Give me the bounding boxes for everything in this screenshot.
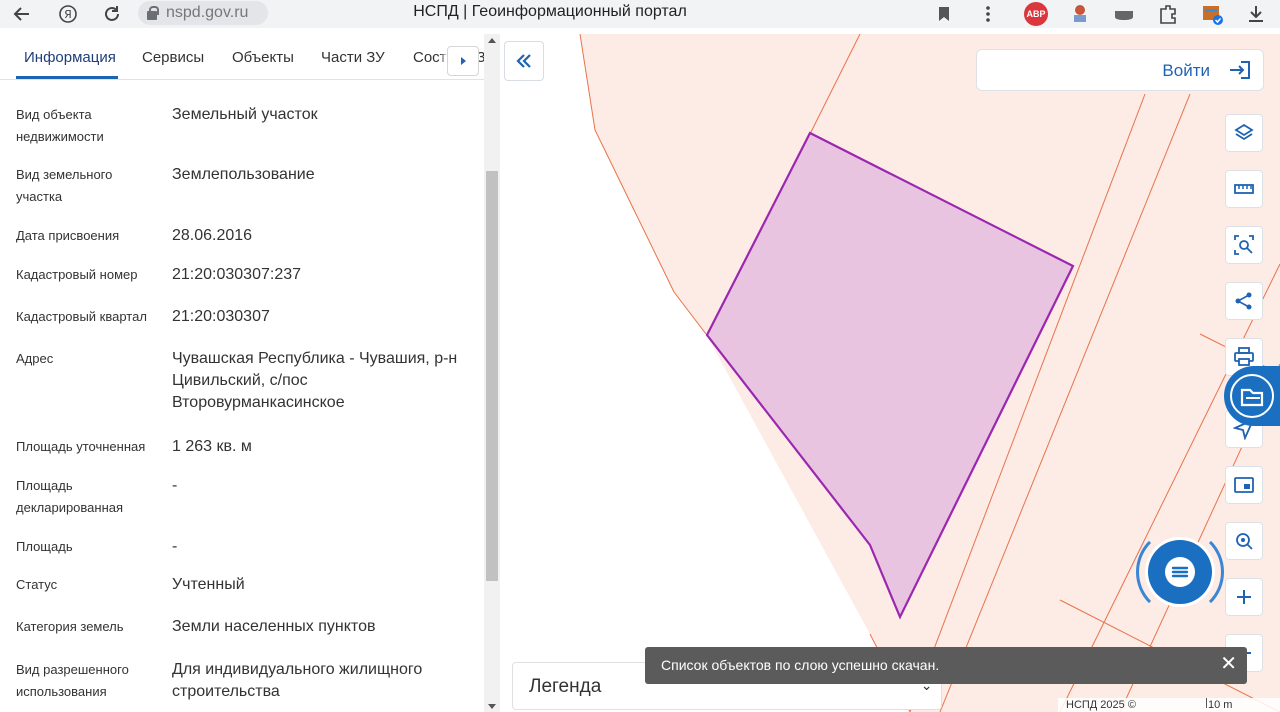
double-chevron-left-icon <box>516 54 531 68</box>
yandex-icon[interactable]: Я <box>56 2 80 26</box>
attribute-value: 21:20:030307:237 <box>172 266 302 283</box>
bookmark-icon[interactable] <box>932 2 956 26</box>
scale-label: 10 m <box>1208 699 1233 711</box>
attribute-label: Площадь уточненная <box>16 439 146 454</box>
reload-icon[interactable] <box>100 2 124 26</box>
login-icon <box>1230 61 1250 79</box>
geolocation-icon <box>1236 533 1253 550</box>
collapse-panel-button[interactable] <box>504 41 544 81</box>
attribute-label: Статус <box>16 577 58 592</box>
legend-label: Легенда <box>529 676 602 697</box>
layers-icon <box>1234 123 1254 141</box>
attribute-value: Земли населенных пунктов <box>172 618 376 635</box>
lock-icon <box>146 6 159 20</box>
map-folder-icon <box>1230 374 1274 418</box>
login-button[interactable]: Войти <box>976 49 1264 91</box>
map-attribution: НСПД 2025 © 10 m <box>1058 698 1280 712</box>
panel-tabs: Информация Сервисы Объекты Части ЗУ Сост… <box>0 34 484 80</box>
layers-button[interactable] <box>1225 114 1263 152</box>
attribute-label: Адрес <box>16 351 54 366</box>
attribute-value: 21:20:030307 <box>172 308 270 325</box>
adblock-icon[interactable]: ABP <box>1024 2 1048 26</box>
attribute-label: Категория земель <box>16 619 124 634</box>
toast-message: Список объектов по слою успешно скачан. <box>661 657 940 673</box>
url-text: nspd.gov.ru <box>166 4 249 21</box>
tab-information[interactable]: Информация <box>24 49 116 66</box>
attribute-value: 28.06.2016 <box>172 227 253 244</box>
tabs-scroll-right-button[interactable] <box>447 46 479 76</box>
select-area-button[interactable] <box>1225 226 1263 264</box>
extension-icon[interactable] <box>1068 2 1092 26</box>
attribute-label: Дата присвоения <box>16 228 120 243</box>
attribute-value: Учтенный <box>172 576 245 593</box>
zoom-in-button[interactable] <box>1225 578 1263 616</box>
print-icon <box>1234 347 1254 366</box>
tab-parcel-parts[interactable]: Части ЗУ <box>321 49 385 66</box>
tab-services[interactable]: Сервисы <box>142 49 204 66</box>
attribute-value: Землепользование <box>172 166 315 183</box>
chat-icon <box>1165 557 1195 587</box>
attribute-label: Кадастровый номер <box>16 267 138 282</box>
close-icon[interactable]: ✕ <box>1220 654 1237 674</box>
scale-bar <box>1206 698 1207 708</box>
attribute-value: - <box>172 538 178 555</box>
panel-scrollbar[interactable] <box>484 34 500 712</box>
attribution-text: НСПД 2025 © <box>1066 699 1136 711</box>
scroll-thumb[interactable] <box>486 171 498 581</box>
attribute-label: Вид разрешенного использования <box>16 662 129 699</box>
plus-icon <box>1237 590 1251 604</box>
notification-toast: Список объектов по слою успешно скачан. … <box>645 647 1247 684</box>
attribute-value: 1 263 кв. м <box>172 438 252 455</box>
tab-objects[interactable]: Объекты <box>232 49 294 66</box>
ruler-icon <box>1234 184 1254 194</box>
assistant-widget-button[interactable] <box>1224 366 1280 426</box>
attribute-label: Кадастровый квартал <box>16 309 147 324</box>
minimap-button[interactable] <box>1225 466 1263 504</box>
attribute-value: Чувашская Республика - Чувашия, р-н Циви… <box>172 350 458 411</box>
attribute-label: Вид объекта недвижимости <box>16 107 104 144</box>
share-button[interactable] <box>1225 282 1263 320</box>
browser-toolbar: Я nspd.gov.ru НСПД | Геоинформационный п… <box>0 0 1280 28</box>
active-tab-indicator <box>16 76 118 79</box>
extensions-puzzle-icon[interactable] <box>1156 2 1180 26</box>
share-icon <box>1235 292 1252 310</box>
measure-button[interactable] <box>1225 170 1263 208</box>
geolocation-button[interactable] <box>1225 522 1263 560</box>
login-label: Войти <box>1162 61 1210 80</box>
extension-icon[interactable] <box>1112 2 1136 26</box>
download-icon[interactable] <box>1244 2 1268 26</box>
attribute-label: Площадь декларированная <box>16 478 124 515</box>
svg-text:Я: Я <box>64 8 72 21</box>
attribute-value: - <box>172 477 178 494</box>
attribute-label: Площадь <box>16 539 73 554</box>
info-panel: Информация Сервисы Объекты Части ЗУ Сост… <box>0 34 500 712</box>
chat-button[interactable] <box>1148 540 1212 604</box>
scroll-up-arrow-icon[interactable] <box>488 38 496 43</box>
area-search-icon <box>1234 235 1254 255</box>
address-bar[interactable]: nspd.gov.ru <box>138 1 268 25</box>
scroll-down-arrow-icon[interactable] <box>488 704 496 709</box>
attribute-label: Вид земельного участка <box>16 167 113 204</box>
attribute-value: Для индивидуального жилищного строительс… <box>172 661 423 700</box>
profile-extension-icon[interactable] <box>1200 2 1224 26</box>
tab-title: НСПД | Геоинформационный портал <box>413 3 687 20</box>
back-icon[interactable] <box>10 2 34 26</box>
menu-dots-icon[interactable] <box>976 2 1000 26</box>
attribute-value: Земельный участок <box>172 106 318 123</box>
minimap-icon <box>1234 477 1254 493</box>
